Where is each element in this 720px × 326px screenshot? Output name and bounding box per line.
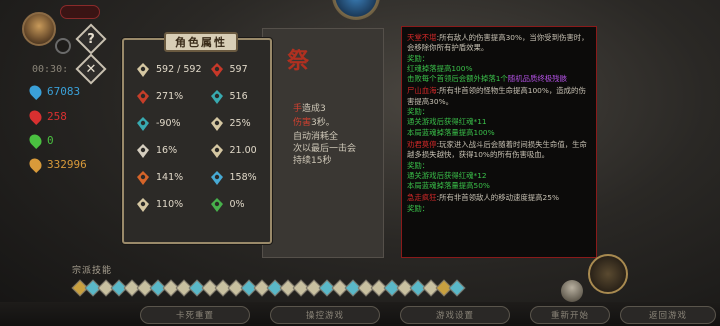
- blood-drop-icon: [27, 108, 44, 125]
- reset-stuck-button[interactable]: 卡死重置: [140, 306, 250, 324]
- attribute-stat[interactable]: 516: [208, 87, 268, 106]
- curse-title: 天堂不堪: [407, 33, 437, 42]
- resource-row: 332996: [27, 156, 87, 173]
- resource-row: 67083: [27, 83, 81, 100]
- skill-detail-panel: 祭 手造成3 伤害3秒。 自动消耗全 次以最后一击会 持续15秒: [262, 28, 384, 258]
- curse-description: :所有非首领敌人的移动速度提高25%: [436, 193, 559, 203]
- crit-damage-icon: [208, 88, 226, 106]
- curse-title: 劝君莫停: [407, 139, 437, 149]
- scroll-menu-icon[interactable]: [588, 254, 628, 294]
- attribute-stat[interactable]: 141%: [134, 168, 202, 187]
- dodge-icon: [134, 115, 152, 133]
- attribute-stat[interactable]: 597: [208, 60, 268, 79]
- close-icon: ✕: [85, 61, 97, 77]
- reward-label: 奖励：: [407, 203, 430, 213]
- skill-detail-line: 持续15秒: [293, 156, 332, 166]
- skill-detail-line: 手造成3: [293, 104, 326, 114]
- help-button[interactable]: ?: [75, 23, 107, 55]
- reward-label: 奖励：: [407, 107, 430, 117]
- game-settings-button[interactable]: 游戏设置: [400, 306, 510, 324]
- attribute-value: 16%: [156, 145, 178, 156]
- sect-skills-label: 宗派技能: [72, 266, 113, 276]
- attribute-value: 141%: [156, 172, 184, 183]
- resource-value: 0: [47, 134, 54, 147]
- attack-claw-icon: [208, 61, 226, 79]
- attribute-stat[interactable]: 592 / 592: [134, 60, 202, 79]
- curse-section: 天堂不堪:所有敌人的伤害提高30%，当你受到伤害时，会移除你所有护盾效果。 奖励：…: [407, 33, 591, 84]
- attribute-value: 0%: [229, 199, 245, 210]
- curse-tooltip: 天堂不堪:所有敌人的伤害提高30%，当你受到伤害时，会移除你所有护盾效果。 奖励：…: [401, 26, 597, 258]
- attribute-value: 158%: [229, 172, 257, 183]
- fire-damage-icon: [134, 169, 152, 187]
- green-flame-icon: [27, 132, 44, 149]
- attribute-stat[interactable]: 0%: [208, 195, 268, 214]
- curse-section: 尸山血海:所有非首领的怪物生命提高100%，造成的伤害提高30%。 奖励： 通关游戏…: [407, 86, 591, 137]
- top-badge: [60, 5, 100, 19]
- reward-line: 击败每个首领后会额外掉落1个随机品质终极残骸: [407, 74, 567, 84]
- resource-value: 67083: [47, 85, 81, 98]
- lightning-icon: [134, 196, 152, 214]
- curse-section: 急走疯狂:所有非首领敌人的移动速度提高25% 奖励：: [407, 193, 591, 214]
- attribute-stat[interactable]: 158%: [208, 168, 268, 187]
- game-timer: 00:30:: [32, 64, 69, 75]
- reward-line: 通关游戏后获得红魂*12: [407, 170, 487, 180]
- attribute-panel: 角色属性 592 / 592 597 271% 516 -90% 25% 16% 21.00 1…: [122, 32, 272, 244]
- reward-line: 通关游戏后获得红魂*11: [407, 117, 487, 127]
- defense-shield-icon: [134, 142, 152, 160]
- attribute-value: 110%: [156, 199, 184, 210]
- skill-glyph: 祭: [287, 49, 310, 74]
- close-button[interactable]: ✕: [75, 53, 107, 85]
- resource-row: 0: [27, 132, 54, 149]
- attribute-value: 516: [229, 91, 248, 102]
- crit-chance-icon: [134, 88, 152, 106]
- move-speed-icon: [208, 142, 226, 160]
- resource-row: 258: [27, 108, 67, 125]
- lamp-icon[interactable]: [561, 280, 583, 302]
- skill-detail-line: 伤害3秒。: [293, 118, 335, 128]
- attribute-value: 25%: [229, 118, 251, 129]
- secondary-avatar-slot[interactable]: [55, 38, 71, 54]
- soul-flame-icon: [27, 83, 44, 100]
- return-game-button[interactable]: 返回游戏: [620, 306, 716, 324]
- attribute-stat[interactable]: 271%: [134, 87, 202, 106]
- attribute-stat[interactable]: 110%: [134, 195, 202, 214]
- reward-label: 奖励：: [407, 160, 430, 170]
- resource-value: 258: [47, 110, 67, 123]
- control-game-button[interactable]: 操控游戏: [270, 306, 380, 324]
- reward-line: 本局蓝魂掉落量提高50%: [407, 181, 490, 191]
- reward-line: 红魂掉落提高100%: [407, 63, 473, 73]
- reward-line: 本局蓝魂掉落量提高100%: [407, 127, 495, 137]
- help-icon: ?: [87, 31, 95, 47]
- attribute-value: -90%: [156, 118, 181, 129]
- attribute-stat[interactable]: 16%: [134, 141, 202, 160]
- gold-swirl-icon: [27, 156, 44, 173]
- curse-title: 急走疯狂: [407, 193, 437, 203]
- player-avatar[interactable]: [22, 12, 56, 46]
- attribute-stat[interactable]: 21.00: [208, 141, 268, 160]
- resource-value: 332996: [47, 158, 87, 171]
- poison-icon: [208, 196, 226, 214]
- sect-skill-strip: [71, 279, 466, 297]
- health-heart-icon: [134, 61, 152, 79]
- minimap-compass-icon[interactable]: [332, 0, 380, 20]
- attribute-value: 271%: [156, 91, 184, 102]
- armor-shred-icon: [208, 115, 226, 133]
- reward-label: 奖励：: [407, 53, 430, 63]
- attribute-stat[interactable]: -90%: [134, 114, 202, 133]
- restart-button[interactable]: 重新开始: [530, 306, 610, 324]
- curse-section: 劝君莫停:玩家进入战斗后会随着时间损失生命值，生命越多损失越快，获得10%的所有…: [407, 140, 591, 191]
- sect-skill-icon[interactable]: [448, 279, 466, 297]
- attribute-value: 592 / 592: [156, 64, 202, 75]
- attribute-stat[interactable]: 25%: [208, 114, 268, 133]
- attribute-panel-title: 角色属性: [164, 32, 238, 52]
- attribute-grid: 592 / 592 597 271% 516 -90% 25% 16% 21.00 141% 15…: [134, 60, 268, 214]
- curse-title: 尸山血海: [407, 86, 437, 96]
- frost-damage-icon: [208, 169, 226, 187]
- attribute-value: 597: [229, 64, 248, 75]
- attribute-value: 21.00: [229, 145, 257, 156]
